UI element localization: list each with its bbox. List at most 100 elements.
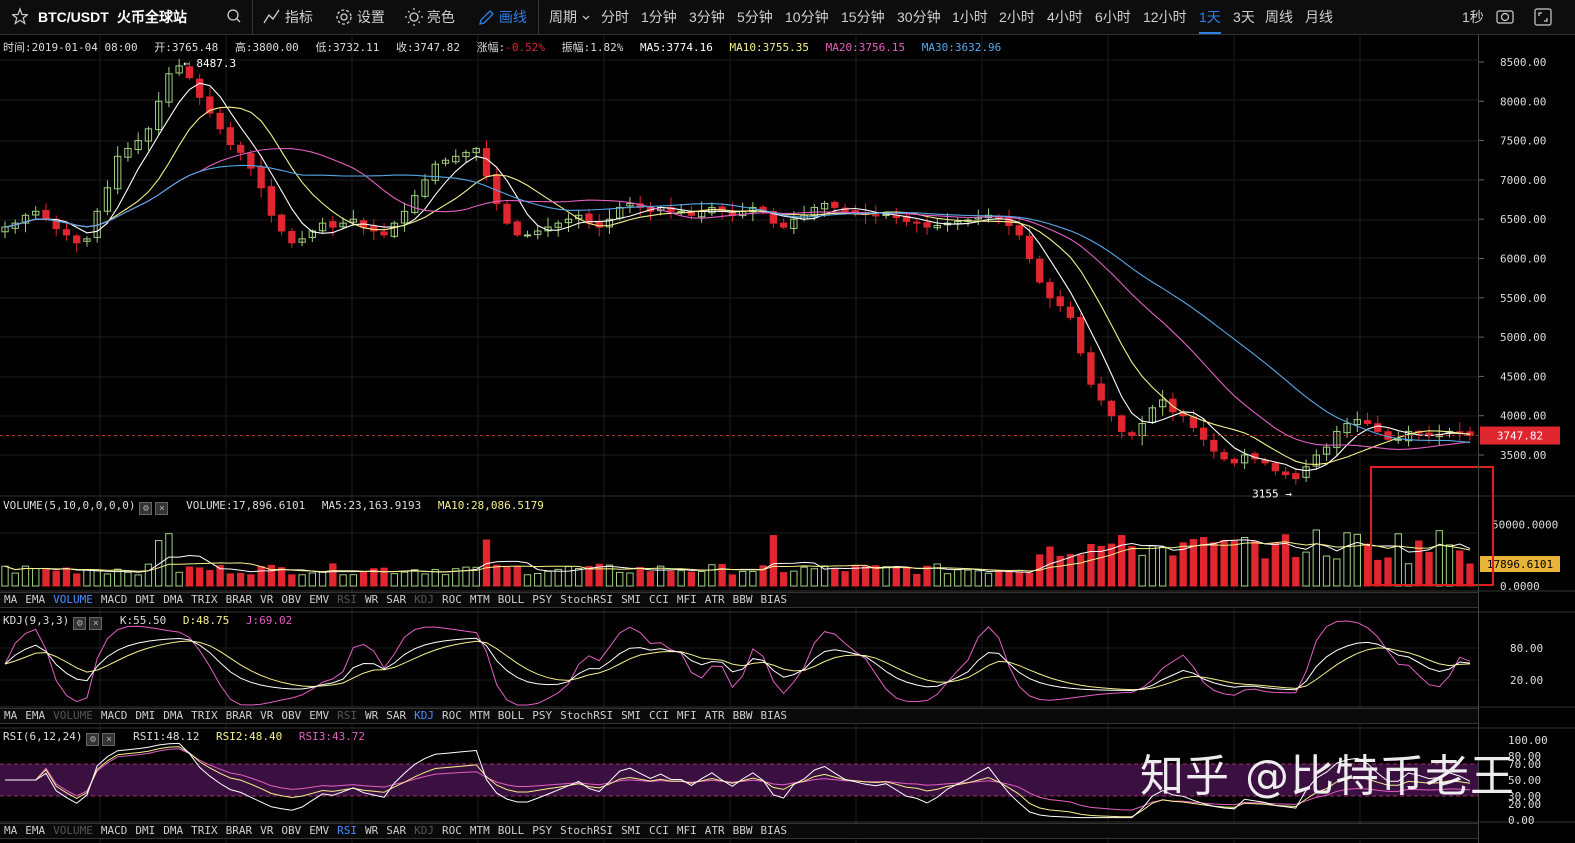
indicator-tab-mfi[interactable]: MFI [673, 709, 701, 723]
indicator-tab-boll[interactable]: BOLL [494, 593, 529, 607]
indicator-tab-macd[interactable]: MACD [97, 824, 132, 838]
close-icon[interactable]: × [102, 733, 116, 746]
volume-bar [749, 570, 757, 587]
indicator-tab-volume[interactable]: VOLUME [49, 824, 97, 838]
indicator-tab-mfi[interactable]: MFI [673, 593, 701, 607]
indicator-tab-smi[interactable]: SMI [617, 709, 645, 723]
indicator-tab-bias[interactable]: BIAS [756, 824, 791, 838]
price-tick-label: 7500.00 [1500, 135, 1546, 148]
indicator-tab-dmi[interactable]: DMI [131, 593, 159, 607]
indicator-tab-macd[interactable]: MACD [97, 593, 132, 607]
indicator-tab-volume[interactable]: VOLUME [49, 593, 97, 607]
indicator-tab-brar[interactable]: BRAR [222, 709, 257, 723]
indicator-tab-kdj[interactable]: KDJ [410, 593, 438, 607]
indicator-tab-sar[interactable]: SAR [382, 709, 410, 723]
close-icon[interactable]: × [155, 502, 169, 515]
indicator-tab-bias[interactable]: BIAS [756, 709, 791, 723]
indicator-tab-obv[interactable]: OBV [277, 709, 305, 723]
indicator-tab-dma[interactable]: DMA [159, 593, 187, 607]
indicator-tab-stochrsi[interactable]: StochRSI [556, 824, 617, 838]
indicator-tab-kdj[interactable]: KDJ [410, 709, 438, 723]
indicator-tab-trix[interactable]: TRIX [187, 709, 222, 723]
close-icon[interactable]: × [89, 617, 103, 630]
indicator-tab-roc[interactable]: ROC [438, 824, 466, 838]
indicator-tab-macd[interactable]: MACD [97, 709, 132, 723]
volume-bar [390, 573, 398, 587]
indicator-tab-stochrsi[interactable]: StochRSI [556, 593, 617, 607]
indicator-tab-atr[interactable]: ATR [701, 593, 729, 607]
indicator-tab-bbw[interactable]: BBW [729, 593, 757, 607]
indicator-tab-wr[interactable]: WR [361, 593, 382, 607]
indicator-tab-bias[interactable]: BIAS [756, 593, 791, 607]
settings-icon[interactable]: ⚙ [86, 733, 100, 746]
indicator-tab-ema[interactable]: EMA [21, 824, 49, 838]
indicator-tab-stochrsi[interactable]: StochRSI [556, 709, 617, 723]
indicator-tab-sar[interactable]: SAR [382, 593, 410, 607]
indicator-tab-psy[interactable]: PSY [528, 709, 556, 723]
indicator-tab-vr[interactable]: VR [256, 824, 277, 838]
candle-body [1363, 420, 1372, 425]
indicator-tab-obv[interactable]: OBV [277, 824, 305, 838]
indicator-tab-volume[interactable]: VOLUME [49, 709, 97, 723]
settings-icon[interactable]: ⚙ [73, 617, 87, 630]
indicator-tab-rsi[interactable]: RSI [333, 593, 361, 607]
indicator-tab-brar[interactable]: BRAR [222, 593, 257, 607]
indicator-tab-dma[interactable]: DMA [159, 824, 187, 838]
volume-bar [1015, 571, 1023, 587]
indicator-tab-vr[interactable]: VR [256, 709, 277, 723]
volume-bar [1158, 546, 1167, 587]
indicator-tab-trix[interactable]: TRIX [187, 593, 222, 607]
volume-bar [32, 568, 40, 587]
indicator-tab-ma[interactable]: MA [0, 824, 21, 838]
indicator-tab-atr[interactable]: ATR [701, 824, 729, 838]
volume-value: VOLUME:17,896.6101 [186, 499, 306, 512]
indicator-tab-psy[interactable]: PSY [528, 824, 556, 838]
indicator-tab-obv[interactable]: OBV [277, 593, 305, 607]
volume-bar [667, 570, 675, 587]
indicator-tab-emv[interactable]: EMV [305, 824, 333, 838]
indicator-tab-mtm[interactable]: MTM [466, 593, 494, 607]
indicator-tab-cci[interactable]: CCI [645, 824, 673, 838]
volume-bar [779, 572, 788, 587]
indicator-tab-bbw[interactable]: BBW [729, 824, 757, 838]
indicator-tab-ma[interactable]: MA [0, 709, 21, 723]
volume-bar [236, 572, 245, 587]
indicator-tab-atr[interactable]: ATR [701, 709, 729, 723]
indicator-tab-boll[interactable]: BOLL [494, 824, 529, 838]
indicator-tab-trix[interactable]: TRIX [187, 824, 222, 838]
indicator-tab-brar[interactable]: BRAR [222, 824, 257, 838]
indicator-tab-rsi[interactable]: RSI [333, 709, 361, 723]
indicator-tab-roc[interactable]: ROC [438, 709, 466, 723]
indicator-tab-dmi[interactable]: DMI [131, 709, 159, 723]
rsi-2: RSI2:48.40 [215, 730, 283, 743]
indicator-tab-ema[interactable]: EMA [21, 593, 49, 607]
indicator-tab-psy[interactable]: PSY [528, 593, 556, 607]
indicator-tab-sar[interactable]: SAR [382, 824, 410, 838]
settings-icon[interactable]: ⚙ [139, 502, 153, 515]
indicator-tab-boll[interactable]: BOLL [494, 709, 529, 723]
indicator-tab-wr[interactable]: WR [361, 824, 382, 838]
indicator-tab-smi[interactable]: SMI [617, 824, 645, 838]
indicator-tab-wr[interactable]: WR [361, 709, 382, 723]
indicator-tab-mtm[interactable]: MTM [466, 709, 494, 723]
indicator-tab-ma[interactable]: MA [0, 593, 21, 607]
indicator-tab-kdj[interactable]: KDJ [410, 824, 438, 838]
indicator-tab-mfi[interactable]: MFI [673, 824, 701, 838]
indicator-tab-bbw[interactable]: BBW [729, 709, 757, 723]
indicator-tab-ema[interactable]: EMA [21, 709, 49, 723]
indicator-tab-emv[interactable]: EMV [305, 593, 333, 607]
indicator-tab-rsi[interactable]: RSI [333, 824, 361, 838]
price-tick-label: 6500.00 [1500, 213, 1546, 226]
indicator-tab-emv[interactable]: EMV [305, 709, 333, 723]
volume-bar [1240, 536, 1249, 587]
indicator-tab-vr[interactable]: VR [256, 593, 277, 607]
kdj-header: KDJ(9,3,3) ⚙ × K:55.50 D:48.75 J:69.02 [3, 614, 302, 630]
indicator-tab-cci[interactable]: CCI [645, 593, 673, 607]
indicator-tab-smi[interactable]: SMI [617, 593, 645, 607]
indicator-tab-mtm[interactable]: MTM [466, 824, 494, 838]
rsi-header: RSI(6,12,24) ⚙ × RSI1:48.12 RSI2:48.40 RSI… [3, 730, 375, 746]
indicator-tab-roc[interactable]: ROC [438, 593, 466, 607]
indicator-tab-dmi[interactable]: DMI [131, 824, 159, 838]
indicator-tab-dma[interactable]: DMA [159, 709, 187, 723]
indicator-tab-cci[interactable]: CCI [645, 709, 673, 723]
